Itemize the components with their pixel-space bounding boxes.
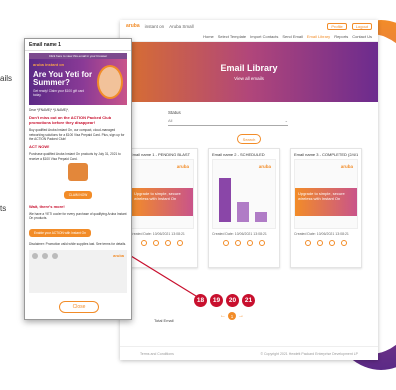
- stage: ails ts aruba instant on Aruba Small Pro…: [0, 0, 396, 390]
- footer-logo: aruba: [113, 252, 124, 258]
- person-photo: [97, 65, 123, 99]
- email-heading-2: ACT NOW!: [29, 144, 50, 150]
- email-disclaimer: Disclaimer: Promotion valid while suppli…: [29, 241, 127, 246]
- email-headline: Are You Yeti for Summer?: [33, 70, 93, 87]
- email-heading-3: Wait, there's more!: [29, 203, 65, 209]
- twitter-icon[interactable]: [42, 252, 48, 259]
- facebook-icon[interactable]: [32, 252, 38, 259]
- modal-title: Email name 1: [25, 39, 131, 51]
- email-paragraph-3: We have a YETI cooler for every purchase…: [29, 211, 127, 221]
- email-preview-modal: Email name 1 Click here to view this ema…: [24, 38, 132, 320]
- email-greeting: Dear *|FNAME|* *|LNAME|*,: [29, 108, 69, 112]
- linkedin-icon[interactable]: [52, 252, 58, 259]
- close-button[interactable]: Close: [59, 301, 99, 313]
- yeti-cup-image: [68, 162, 88, 181]
- email-heading-1: Don't miss out on the ACTION Packed Club…: [29, 115, 112, 126]
- email-subline: Get ready! Claim your $100 gift card tod…: [33, 89, 85, 97]
- social-icons: [32, 252, 124, 259]
- enable-action-button[interactable]: Enable your ACTION with Instant On: [29, 228, 91, 237]
- email-banner: aruba instant on Are You Yeti for Summer…: [29, 59, 127, 105]
- email-paragraph-2: Purchase qualified Aruba Instant On prod…: [29, 152, 121, 161]
- email-footer: aruba: [29, 249, 127, 293]
- email-preview: Click here to view this email in your br…: [29, 53, 127, 293]
- email-paragraph-1: Buy qualified Aruba Instant On, our comp…: [29, 128, 125, 141]
- claim-now-button[interactable]: CLAIM NOW: [63, 190, 93, 199]
